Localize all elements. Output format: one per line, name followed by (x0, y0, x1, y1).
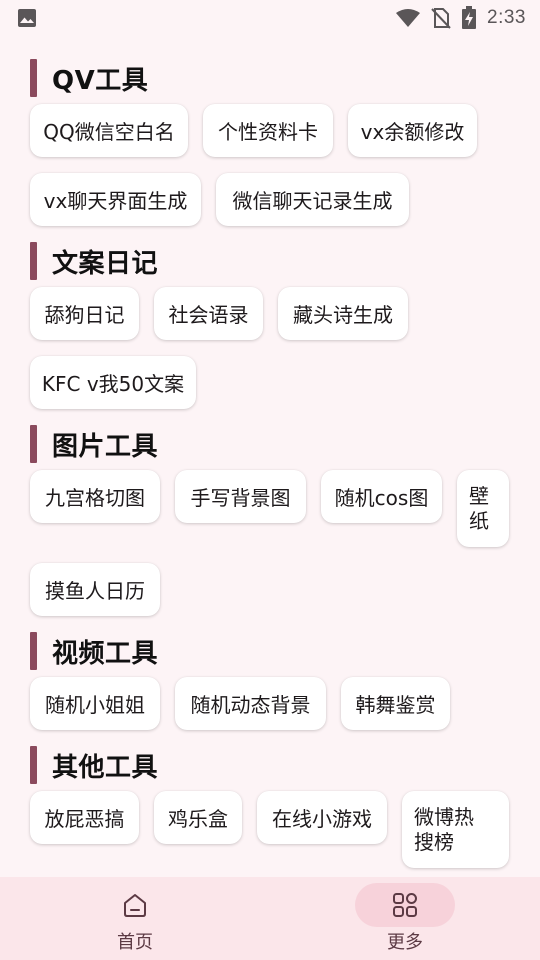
tool-chip[interactable]: 手写背景图 (175, 470, 306, 523)
nav-label-home: 首页 (117, 932, 153, 953)
section-header-qv-tools: QV工具 (30, 59, 148, 97)
tool-chip[interactable]: 在线小游戏 (257, 791, 387, 844)
section-title: 图片工具 (52, 431, 159, 462)
nav-label-more: 更多 (387, 932, 423, 953)
tool-chip[interactable]: 随机小姐姐 (30, 677, 160, 730)
grid-icon (392, 892, 418, 919)
status-time: 2:33 (487, 7, 526, 28)
no-sim-icon (431, 7, 451, 29)
tool-chip[interactable]: 九宫格切图 (30, 470, 160, 523)
nav-item-more[interactable]: 更多 (270, 877, 540, 960)
tool-chip[interactable]: 随机动态背景 (175, 677, 326, 730)
tool-chip[interactable]: vx聊天界面生成 (30, 173, 201, 226)
image-icon (17, 8, 37, 28)
section-header-video-tools: 视频工具 (30, 632, 158, 670)
section-header-other-tools: 其他工具 (30, 746, 158, 784)
tool-chip[interactable]: 藏头诗生成 (278, 287, 408, 340)
section-accent-bar (30, 632, 37, 670)
tool-chip[interactable]: 放屁恶搞 (30, 791, 139, 844)
tool-chip[interactable]: 微博热搜榜 (402, 791, 509, 868)
section-accent-bar (30, 242, 37, 280)
tool-chip[interactable]: 个性资料卡 (203, 104, 333, 157)
bottom-nav: 首页 更多 (0, 877, 540, 960)
section-accent-bar (30, 746, 37, 784)
home-icon (122, 892, 148, 919)
section-title: 视频工具 (52, 638, 159, 669)
section-header-copywriting: 文案日记 (30, 242, 158, 280)
nav-item-home[interactable]: 首页 (0, 877, 270, 960)
section-accent-bar (30, 425, 37, 463)
tool-chip[interactable]: 韩舞鉴赏 (341, 677, 450, 730)
tool-chip[interactable]: vx余额修改 (348, 104, 477, 157)
battery-charging-icon (461, 6, 477, 30)
tool-chip[interactable]: QQ微信空白名 (30, 104, 188, 157)
tool-chip[interactable]: 壁纸 (457, 470, 509, 547)
wifi-icon (395, 8, 421, 28)
section-title: QV工具 (52, 65, 149, 96)
section-title: 其他工具 (52, 752, 159, 783)
section-title: 文案日记 (52, 248, 159, 279)
tool-chip[interactable]: 鸡乐盒 (154, 791, 242, 844)
tool-chip[interactable]: KFC v我50文案 (30, 356, 196, 409)
section-accent-bar (30, 59, 37, 97)
tool-chip[interactable]: 摸鱼人日历 (30, 563, 160, 616)
tool-chip[interactable]: 社会语录 (154, 287, 263, 340)
section-header-image-tools: 图片工具 (30, 425, 158, 463)
tool-chip[interactable]: 舔狗日记 (30, 287, 139, 340)
tool-chip[interactable]: 随机cos图 (321, 470, 442, 523)
tool-chip[interactable]: 微信聊天记录生成 (216, 173, 409, 226)
status-bar: 2:33 (0, 0, 540, 36)
